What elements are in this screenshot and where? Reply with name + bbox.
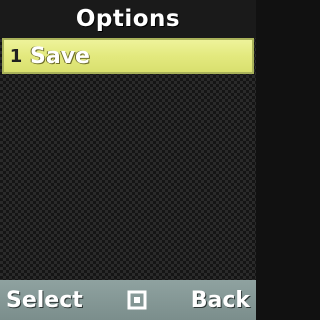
menu-item-label: Save — [30, 43, 90, 69]
options-menu: 1 Save — [0, 38, 256, 74]
select-square-icon[interactable] — [126, 289, 148, 311]
title-bar: Options — [0, 0, 256, 38]
page-title: Options — [75, 6, 181, 32]
softkey-bar: Select Back — [0, 280, 256, 320]
back-softkey[interactable]: Back — [191, 288, 250, 313]
select-softkey[interactable]: Select — [6, 288, 83, 313]
menu-item-save[interactable]: 1 Save — [2, 38, 254, 74]
menu-item-index: 1 — [9, 45, 23, 67]
phone-screen: Options 1 Save Select Back — [0, 0, 256, 320]
